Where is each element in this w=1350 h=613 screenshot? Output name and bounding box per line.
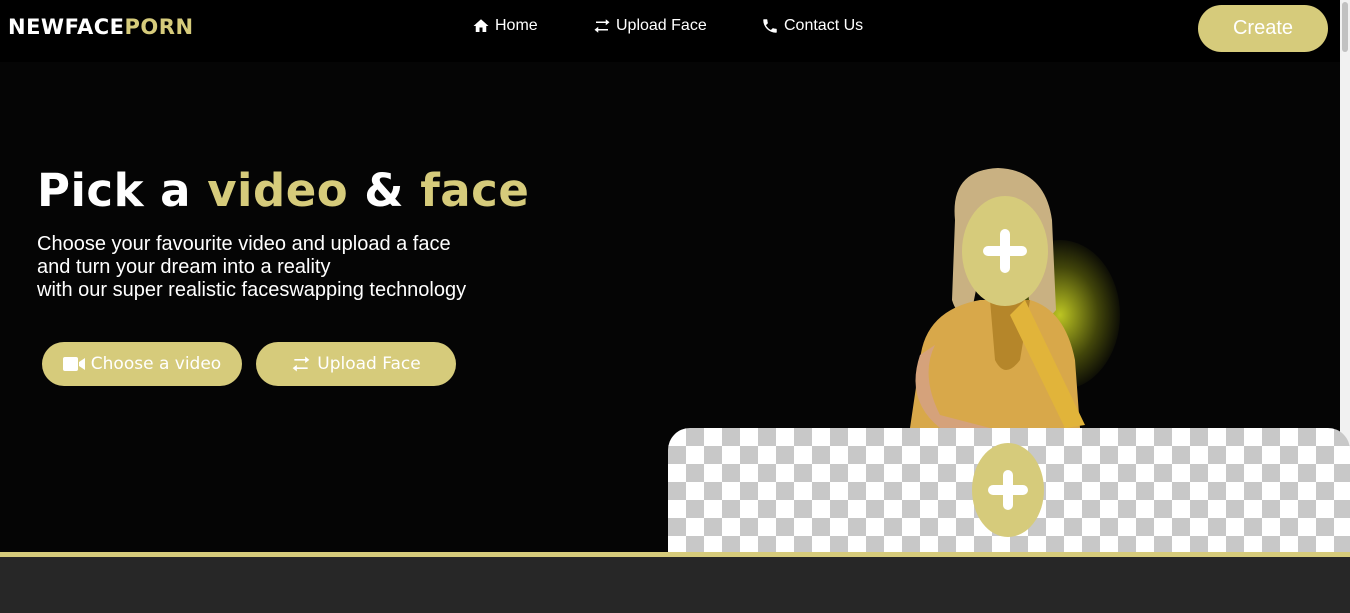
face-upload-slot[interactable]: [962, 196, 1048, 306]
title-part-3: &: [364, 164, 405, 217]
nav-upload-label: Upload Face: [616, 17, 707, 34]
plus-icon: [983, 229, 1027, 273]
title-part-2: video: [207, 164, 349, 217]
brand-part2: PORN: [124, 15, 194, 39]
home-icon: [473, 19, 489, 32]
swap-icon: [292, 356, 310, 372]
title-part-1: Pick a: [37, 164, 192, 217]
subtitle-line-3: with our super realistic faceswapping te…: [37, 279, 467, 301]
top-navbar: NEWFACEPORN Home Upload Face Contact Us …: [0, 0, 1350, 62]
nav-contact-link[interactable]: Contact Us: [761, 17, 863, 35]
title-part-4: face: [420, 164, 530, 217]
brand-part1: NEWFACE: [8, 15, 125, 39]
upload-face-button[interactable]: Upload Face: [256, 342, 456, 386]
subtitle-line-2: and turn your dream into a reality: [37, 256, 331, 278]
scrollbar-thumb[interactable]: [1342, 2, 1348, 52]
nav-home-label: Home: [495, 17, 538, 34]
hero-title: Pick a video & face: [37, 164, 529, 217]
hero-subtitle: Choose your favourite video and upload a…: [37, 233, 466, 302]
upload-face-label: Upload Face: [317, 354, 421, 374]
choose-video-button[interactable]: Choose a video: [42, 342, 242, 386]
nav-upload-link[interactable]: Upload Face: [593, 17, 707, 35]
brand-logo[interactable]: NEWFACEPORN: [8, 15, 194, 39]
video-camera-icon: [62, 357, 85, 371]
plus-icon: [988, 470, 1028, 510]
nav-contact-label: Contact Us: [784, 17, 864, 34]
panel-face-upload-slot[interactable]: [972, 443, 1044, 537]
swap-icon: [594, 19, 610, 33]
nav-home-link[interactable]: Home: [472, 17, 538, 35]
footer-section: [0, 557, 1350, 613]
create-button[interactable]: Create: [1198, 5, 1328, 52]
subtitle-line-1: Choose your favourite video and upload a…: [37, 233, 451, 255]
choose-video-label: Choose a video: [90, 354, 222, 374]
phone-icon: [763, 19, 777, 33]
